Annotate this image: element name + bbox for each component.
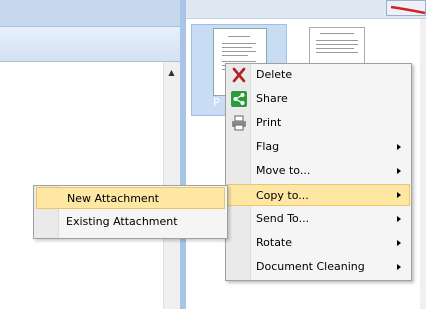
menu-item-label: Flag	[256, 140, 280, 153]
toolbar-button[interactable]	[386, 0, 426, 16]
scroll-up-arrow-icon[interactable]: ▲	[163, 64, 180, 81]
menu-item-share[interactable]: Share	[227, 88, 410, 110]
submenu-arrow-icon	[397, 144, 401, 150]
submenu-item-existing-attachment[interactable]: Existing Attachment	[36, 211, 225, 233]
menu-item-send-to[interactable]: Send To...	[227, 208, 410, 230]
menu-item-document-cleaning[interactable]: Document Cleaning	[227, 256, 410, 278]
left-pane-top-band	[0, 0, 180, 27]
menu-item-label: Delete	[256, 68, 293, 81]
menu-item-label: Rotate	[256, 236, 293, 249]
submenu-arrow-icon	[397, 240, 401, 246]
share-icon	[231, 91, 247, 107]
submenu-arrow-icon	[397, 192, 401, 198]
menu-item-delete[interactable]: Delete	[227, 64, 410, 86]
menu-item-label: Copy to...	[256, 189, 309, 202]
delete-x-icon	[232, 67, 246, 83]
submenu-item-new-attachment[interactable]: New Attachment	[36, 187, 225, 209]
menu-item-flag[interactable]: Flag	[227, 136, 410, 158]
menu-item-label: Document Cleaning	[256, 260, 365, 273]
submenu-arrow-icon	[397, 264, 401, 270]
printer-icon	[232, 115, 246, 131]
right-pane-scrollbar[interactable]	[420, 19, 426, 309]
red-stroke-icon	[390, 5, 426, 15]
menu-item-copy-to[interactable]: Copy to...	[227, 184, 410, 206]
left-pane-header	[0, 27, 180, 62]
menu-item-label: Send To...	[256, 212, 310, 225]
menu-item-move-to[interactable]: Move to...	[227, 160, 410, 182]
menu-item-label: Print	[256, 116, 282, 129]
menu-item-print[interactable]: Print	[227, 112, 410, 134]
submenu-item-label: Existing Attachment	[66, 215, 178, 228]
menu-item-rotate[interactable]: Rotate	[227, 232, 410, 254]
menu-item-label: Share	[256, 92, 288, 105]
submenu-arrow-icon	[397, 168, 401, 174]
menu-item-label: Move to...	[256, 164, 311, 177]
submenu-arrow-icon	[397, 216, 401, 222]
submenu-item-label: New Attachment	[67, 192, 159, 205]
